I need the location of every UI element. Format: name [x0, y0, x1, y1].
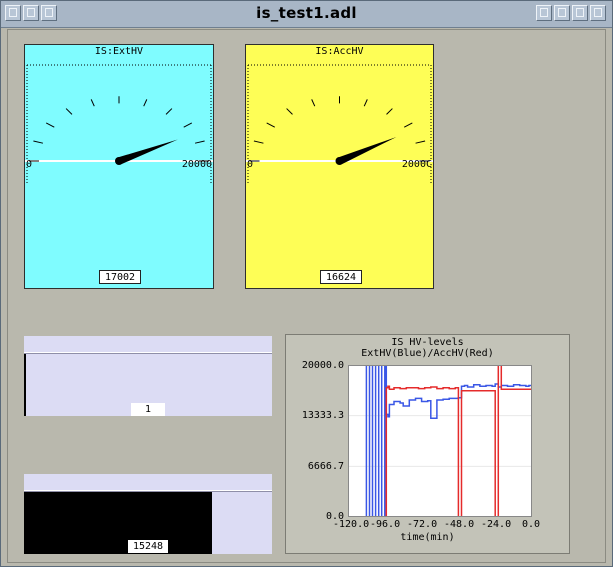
meter-readout: 17002 — [99, 270, 141, 284]
x-tick-label: -96.0 — [370, 519, 401, 530]
meter-tick — [194, 140, 205, 144]
x-tick-label: -72.0 — [407, 519, 438, 530]
y-tick-label: 13333.3 — [301, 410, 344, 421]
meter-max-label: 20000 — [181, 159, 212, 170]
bar-monitor-1: 1 — [24, 336, 272, 416]
bar-fill — [24, 354, 26, 416]
chart-svg — [348, 364, 533, 518]
x-tick-label: -24.0 — [481, 519, 512, 530]
title-bar[interactable]: is_test1.adl — [1, 1, 612, 28]
chart-subtitle: ExtHV(Blue)/AccHV(Red) — [361, 348, 494, 359]
bar-top-line — [24, 352, 272, 354]
chart-plot-area — [348, 364, 533, 518]
meter-tick — [286, 108, 293, 115]
maximize-icon — [558, 8, 566, 17]
meter-min-label: 0 — [26, 159, 33, 170]
restore-button[interactable] — [572, 5, 588, 21]
meter-tick — [143, 99, 148, 107]
maximize-button[interactable] — [554, 5, 570, 21]
y-tick-label: 20000.0 — [301, 360, 344, 371]
meter-tick — [253, 140, 264, 144]
close-button[interactable] — [590, 5, 606, 21]
meter-acchv: IS:AccHV 0 2000C 16624 — [245, 44, 434, 289]
meter-tick — [415, 140, 426, 144]
bar-value: 15248 — [128, 540, 168, 553]
bar-monitor-2: 15248 — [24, 474, 272, 554]
display-area: IS:ExtHV 0 20000 17002 IS:AccHV 0 2000C … — [7, 29, 606, 563]
close-icon — [594, 8, 602, 17]
x-axis-label: time(min) — [400, 532, 455, 543]
chart-title: IS HV-levels — [391, 337, 464, 348]
window-title: is_test1.adl — [256, 4, 357, 22]
x-tick-label: 0.0 — [522, 519, 541, 530]
meter-label: IS:ExtHV — [94, 46, 144, 57]
bar-fill — [24, 492, 212, 554]
minimize-button[interactable] — [536, 5, 552, 21]
bar-value: 1 — [131, 403, 165, 416]
meter-tick — [386, 108, 393, 115]
meter-label: IS:AccHV — [315, 46, 364, 57]
meter-needle-hub — [115, 157, 123, 165]
meter-tick — [165, 108, 173, 115]
meter-tick — [33, 140, 44, 144]
y-tick-label: 6666.7 — [307, 461, 344, 472]
minimize-icon — [540, 8, 548, 17]
meter-tick — [403, 122, 413, 128]
meter-tick — [65, 108, 73, 115]
meter-tick — [363, 99, 368, 107]
meter-exthv: IS:ExtHV 0 20000 17002 — [24, 44, 214, 289]
x-tick-label: -120.0 — [333, 519, 370, 530]
x-tick-label: -48.0 — [444, 519, 475, 530]
meter-readout: 16624 — [320, 270, 362, 284]
meter-tick — [311, 99, 316, 107]
meter-tick — [183, 122, 193, 128]
meter-tick — [90, 99, 95, 107]
meter-tick — [266, 122, 276, 128]
hv-levels-chart: IS HV-levels ExtHV(Blue)/AccHV(Red) 2000… — [285, 334, 570, 554]
meter-tick — [45, 122, 55, 128]
meter-needle-hub — [335, 157, 344, 165]
meter-max-label: 2000C — [401, 159, 432, 170]
window: is_test1.adl IS:ExtHV 0 20000 17002 IS:A… — [0, 0, 613, 567]
meter-min-label: 0 — [247, 159, 254, 170]
restore-icon — [576, 8, 584, 17]
